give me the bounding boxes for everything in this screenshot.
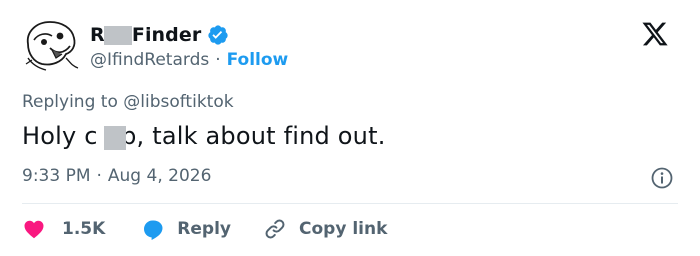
avatar[interactable]: [22, 14, 82, 74]
tweet-date: Aug 4, 2026: [107, 166, 212, 186]
author-handle[interactable]: @IfindRetards: [90, 50, 209, 70]
tweet-text-container: Holy c p, talk about find out.: [22, 122, 386, 150]
tweet-timestamp[interactable]: 9:33 PM · Aug 4, 2026: [22, 166, 211, 186]
replying-to: Replying to @libsoftiktok: [22, 92, 234, 112]
separator-dot: ·: [215, 50, 221, 70]
verified-badge-icon: [208, 25, 228, 45]
action-bar: 1.5K Reply Copy link: [22, 215, 387, 243]
reply-bubble-icon: [144, 220, 163, 240]
replying-to-mention[interactable]: @libsoftiktok: [123, 92, 233, 112]
separator-dot: ·: [96, 166, 102, 186]
reply-label: Reply: [177, 219, 231, 239]
follow-button[interactable]: Follow: [227, 50, 289, 70]
replying-to-prefix: Replying to: [22, 92, 118, 112]
copy-link-button[interactable]: Copy link: [263, 217, 387, 241]
tweet-time: 9:33 PM: [22, 166, 91, 186]
censor-block: [104, 126, 126, 150]
tweet-text: Holy c p, talk about find out.: [22, 122, 386, 150]
copy-link-label: Copy link: [299, 219, 388, 239]
x-logo-icon[interactable]: [640, 20, 670, 48]
author-name-row: R d Finder: [90, 22, 229, 48]
link-icon: [265, 219, 285, 239]
divider: [22, 203, 678, 204]
heart-icon: [24, 220, 44, 239]
author-handle-row: @IfindRetards · Follow: [90, 48, 288, 72]
censor-block: [104, 26, 132, 45]
like-count: 1.5K: [62, 219, 106, 239]
info-icon[interactable]: [650, 166, 674, 190]
like-button[interactable]: 1.5K: [22, 217, 105, 241]
tweet-embed-card: R d Finder @IfindRetards · Follow Replyi…: [0, 0, 700, 256]
reply-button[interactable]: Reply: [141, 217, 231, 241]
